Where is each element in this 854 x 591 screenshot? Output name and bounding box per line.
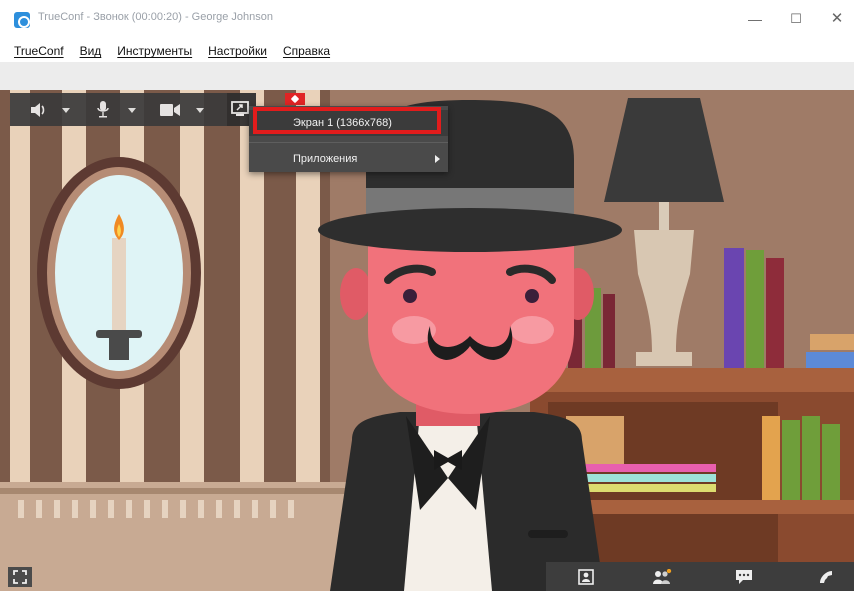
chevron-down-icon[interactable]	[196, 108, 204, 113]
self-view-icon	[578, 569, 594, 585]
screen-share-icon	[231, 101, 249, 116]
title-bar: TrueConf - Звонок (00:00:20) - George Jo…	[0, 0, 854, 38]
end-call-button[interactable]	[806, 562, 846, 591]
bottom-toolbar	[546, 562, 854, 591]
trueconf-logo-icon	[14, 12, 30, 28]
menu-bar: TrueConf Вид Инструменты Настройки Справ…	[0, 40, 854, 62]
speaker-button[interactable]	[30, 93, 70, 126]
microphone-icon	[97, 101, 109, 118]
menu-divider	[249, 142, 448, 143]
camera-button[interactable]	[160, 93, 204, 126]
self-view-button[interactable]	[566, 562, 606, 591]
menu-item-trueconf[interactable]: TrueConf	[14, 44, 64, 58]
menu-item-settings[interactable]: Настройки	[208, 44, 267, 58]
chevron-down-icon[interactable]	[62, 108, 70, 113]
chat-icon	[736, 570, 752, 584]
call-toolbar	[10, 93, 256, 126]
window-title: TrueConf - Звонок (00:00:20) - George Jo…	[38, 11, 274, 23]
annotation-highlight-box	[253, 107, 441, 134]
chat-button[interactable]	[724, 562, 764, 591]
video-top-strip	[0, 62, 854, 90]
recording-indicator[interactable]	[285, 93, 305, 105]
participants-icon	[653, 569, 672, 584]
chevron-right-icon	[435, 155, 440, 163]
speaker-icon	[31, 103, 45, 117]
fullscreen-button[interactable]	[8, 567, 32, 587]
participants-button[interactable]	[642, 562, 682, 591]
minimize-button[interactable]: —	[740, 6, 770, 32]
camera-icon	[160, 104, 180, 116]
menu-item-help[interactable]: Справка	[283, 44, 330, 58]
maximize-button[interactable]: ☐	[781, 6, 811, 32]
menu-item-tools[interactable]: Инструменты	[117, 44, 192, 58]
fullscreen-icon	[13, 570, 27, 584]
end-call-icon	[820, 571, 832, 583]
chevron-down-icon[interactable]	[128, 108, 136, 113]
microphone-button[interactable]	[96, 93, 136, 126]
menu-item-view[interactable]: Вид	[80, 44, 102, 58]
close-button[interactable]: ✕	[822, 6, 852, 32]
menu-item-applications[interactable]: Приложения	[249, 146, 448, 172]
